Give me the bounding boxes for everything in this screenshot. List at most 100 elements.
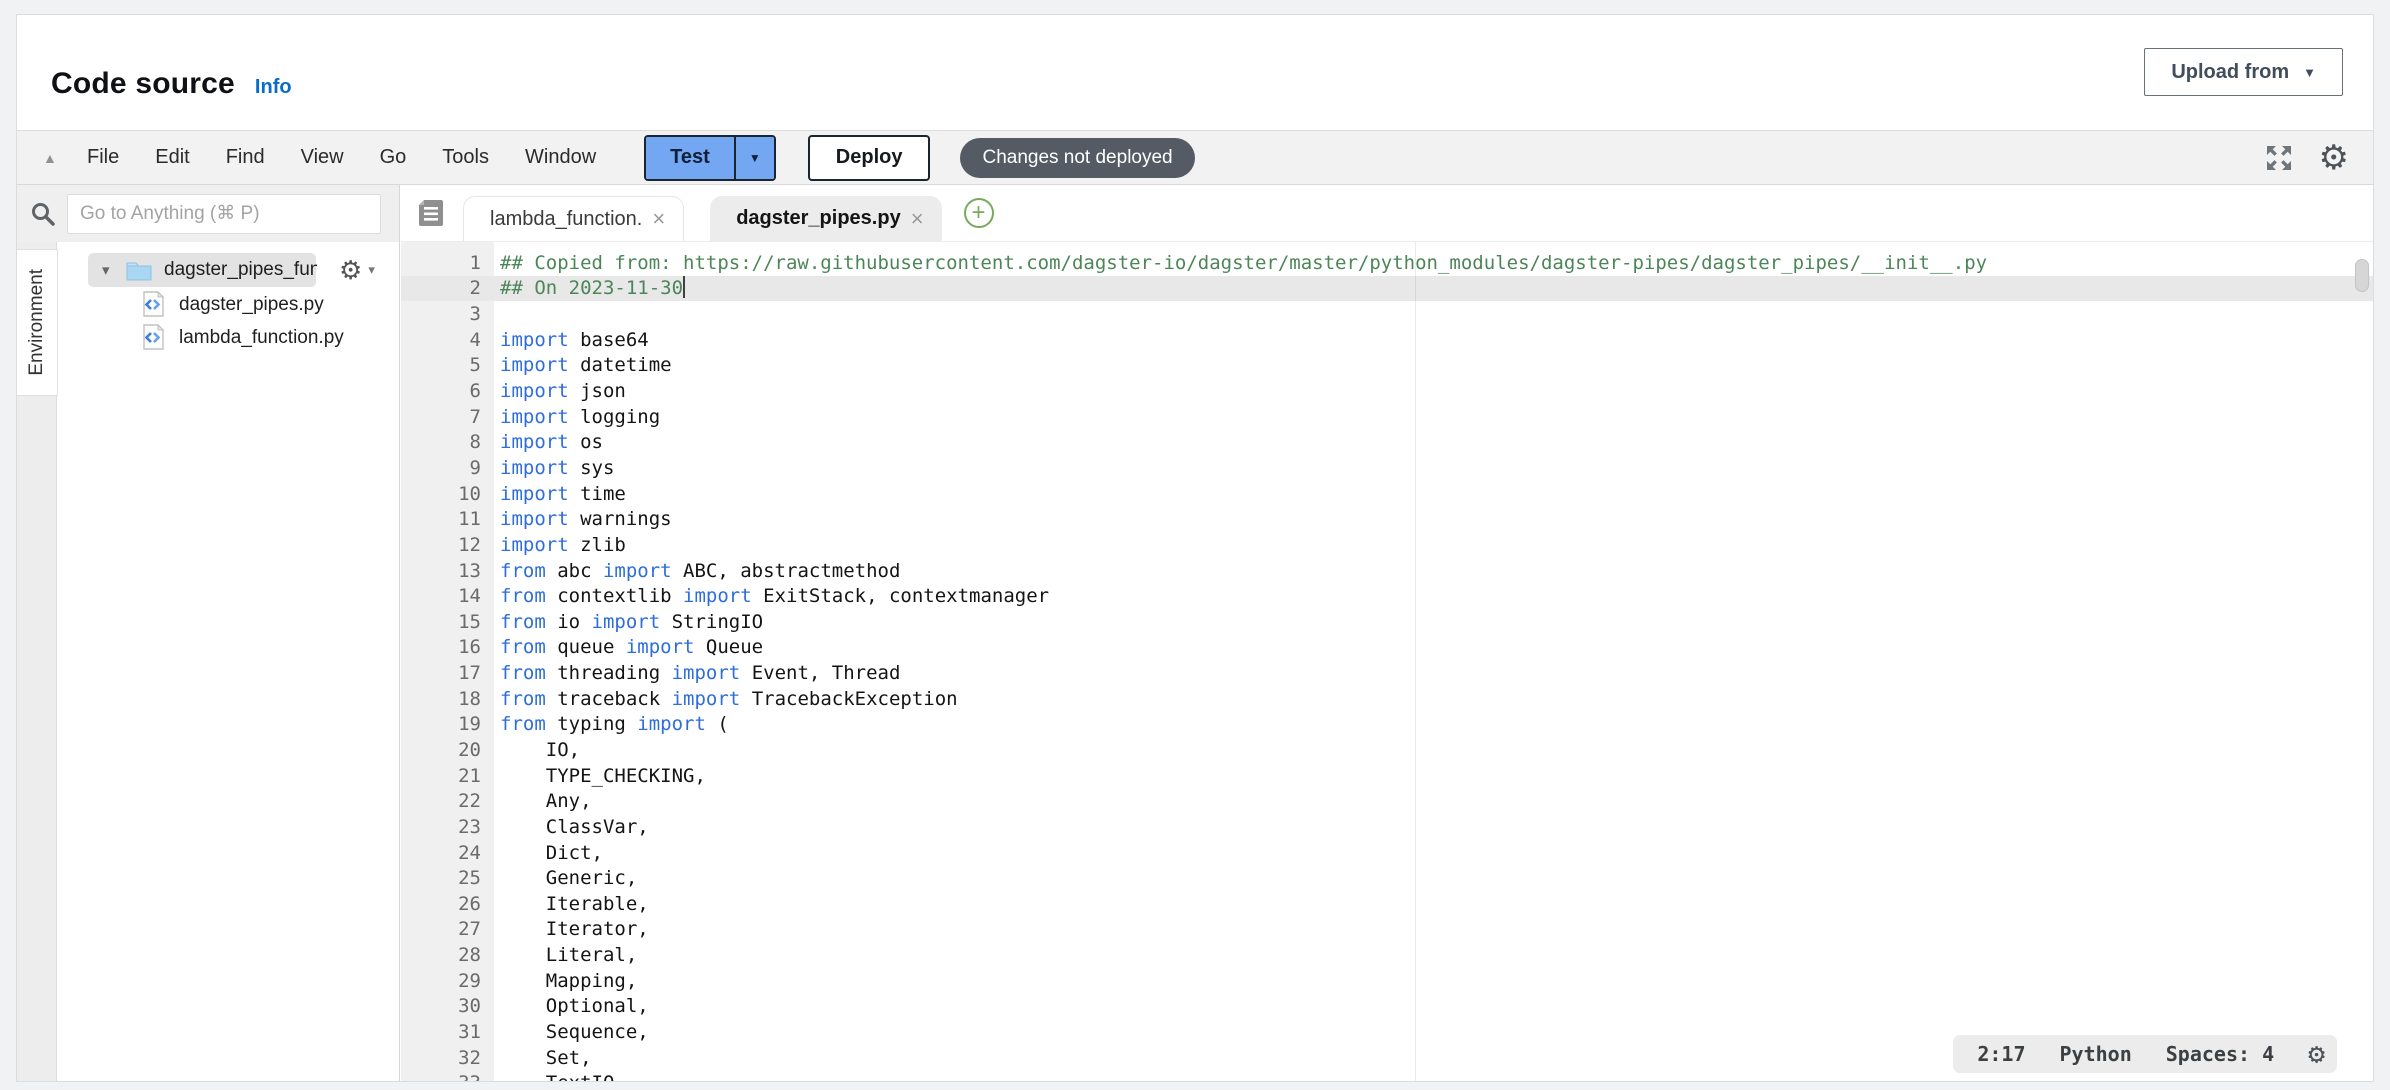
test-button[interactable]: Test (646, 137, 734, 179)
code-line[interactable]: 3 (401, 301, 2373, 327)
code-editor[interactable]: 1## Copied from: https://raw.githubuserc… (401, 242, 2373, 1081)
line-content: ClassVar, (481, 816, 649, 838)
menu-item-edit[interactable]: Edit (155, 146, 189, 169)
status-settings-gear-icon[interactable]: ⚙ (2308, 1040, 2325, 1068)
upload-from-label: Upload from (2171, 61, 2289, 84)
tab-close-icon[interactable]: × (652, 206, 665, 232)
code-line[interactable]: 9import sys (401, 455, 2373, 481)
goto-anything-input[interactable] (67, 194, 381, 234)
menu-item-go[interactable]: Go (380, 146, 407, 169)
tab-list-icon[interactable] (417, 198, 445, 228)
code-line[interactable]: 19from typing import ( (401, 712, 2373, 738)
line-content: import base64 (481, 329, 649, 351)
code-line[interactable]: 15from io import StringIO (401, 609, 2373, 635)
code-line[interactable]: 29 Mapping, (401, 968, 2373, 994)
folder-name: dagster_pipes_funct (164, 259, 317, 281)
line-content: Any, (481, 790, 592, 812)
code-line[interactable]: 12import zlib (401, 532, 2373, 558)
tree-folder-row[interactable]: ▾ dagster_pipes_funct ⚙ ▾ (58, 252, 399, 288)
indentation-status[interactable]: Spaces: 4 (2166, 1042, 2274, 1066)
menu-item-view[interactable]: View (301, 146, 344, 169)
code-line[interactable]: 13from abc import ABC, abstractmethod (401, 558, 2373, 584)
code-line[interactable]: 2## On 2023-11-30 (401, 276, 2373, 302)
menu-item-find[interactable]: Find (226, 146, 265, 169)
code-line[interactable]: 23 ClassVar, (401, 814, 2373, 840)
fullscreen-expand-icon[interactable] (2263, 142, 2295, 174)
code-line[interactable]: 1## Copied from: https://raw.githubuserc… (401, 250, 2373, 276)
tree-file-row[interactable]: lambda_function.py (58, 321, 399, 354)
code-line[interactable]: 21 TYPE_CHECKING, (401, 763, 2373, 789)
code-line[interactable]: 16from queue import Queue (401, 635, 2373, 661)
menu-item-file[interactable]: File (87, 146, 119, 169)
line-number: 1 (401, 252, 481, 274)
tab-label: dagster_pipes.py (736, 207, 901, 230)
code-line[interactable]: 24 Dict, (401, 840, 2373, 866)
code-line[interactable]: 8import os (401, 429, 2373, 455)
code-line[interactable]: 4import base64 (401, 327, 2373, 353)
editor-status-bar: 2:17 Python Spaces: 4 ⚙ (1953, 1035, 2337, 1073)
language-mode-status[interactable]: Python (2060, 1042, 2132, 1066)
line-content: from contextlib import ExitStack, contex… (481, 585, 1049, 607)
line-content: Generic, (481, 867, 637, 889)
line-number: 12 (401, 534, 481, 556)
file-tree: ▾ dagster_pipes_funct ⚙ ▾ (58, 252, 399, 1081)
collapse-editor-icon[interactable]: ▲ (43, 150, 73, 166)
environment-tab[interactable]: Environment (17, 249, 58, 396)
menu-item-window[interactable]: Window (525, 146, 596, 169)
test-dropdown-button[interactable]: ▼ (734, 137, 774, 179)
code-line[interactable]: 7import logging (401, 404, 2373, 430)
line-number: 3 (401, 303, 481, 325)
tab-close-icon[interactable]: × (911, 206, 924, 232)
line-number: 28 (401, 944, 481, 966)
code-line[interactable]: 28 Literal, (401, 942, 2373, 968)
upload-from-button[interactable]: Upload from ▼ (2144, 48, 2343, 96)
code-line[interactable]: 20 IO, (401, 737, 2373, 763)
gear-icon: ⚙ (339, 257, 362, 283)
code-line[interactable]: 11import warnings (401, 506, 2373, 532)
code-line[interactable]: 27 Iterator, (401, 917, 2373, 943)
line-number: 14 (401, 585, 481, 607)
cursor-position-status[interactable]: 2:17 (1977, 1042, 2025, 1066)
code-line[interactable]: 22 Any, (401, 788, 2373, 814)
line-content: from queue import Queue (481, 636, 763, 658)
line-content: import zlib (481, 534, 626, 556)
tree-settings-control[interactable]: ⚙ ▾ (339, 257, 375, 283)
tree-file-row[interactable]: dagster_pipes.py (58, 288, 399, 321)
code-line[interactable]: 30 Optional, (401, 994, 2373, 1020)
test-split-button[interactable]: Test ▼ (644, 135, 776, 181)
code-line[interactable]: 17from threading import Event, Thread (401, 660, 2373, 686)
code-line[interactable]: 25 Generic, (401, 865, 2373, 891)
code-line[interactable]: 26 Iterable, (401, 891, 2373, 917)
line-number: 9 (401, 457, 481, 479)
editor-tab-dagster_pipespy[interactable]: dagster_pipes.py × (710, 196, 941, 241)
line-content: Dict, (481, 842, 603, 864)
code-line[interactable]: 5import datetime (401, 353, 2373, 379)
sidebar-body: Environment ▾ dagster_pipes_funct (17, 242, 399, 1081)
deploy-button[interactable]: Deploy (808, 135, 931, 181)
plus-icon: + (972, 201, 986, 225)
line-content: import sys (481, 457, 614, 479)
editor-scrollbar-thumb[interactable] (2355, 259, 2369, 292)
editor-settings-gear-icon[interactable]: ⚙ (2319, 141, 2349, 175)
line-number: 19 (401, 713, 481, 735)
line-number: 7 (401, 406, 481, 428)
python-file-icon (142, 291, 165, 318)
chevron-down-icon: ▾ (368, 262, 375, 278)
code-line[interactable]: 14from contextlib import ExitStack, cont… (401, 583, 2373, 609)
search-icon (29, 200, 57, 228)
tab-label: lambda_function. (490, 208, 642, 231)
folder-expand-caret-icon[interactable]: ▾ (102, 261, 126, 279)
code-line[interactable]: 10import time (401, 481, 2373, 507)
editor-tab-lambda_function[interactable]: lambda_function. × (463, 196, 684, 241)
line-content: import time (481, 483, 626, 505)
line-number: 22 (401, 790, 481, 812)
line-content: IO, (481, 739, 580, 761)
code-line[interactable]: 18from traceback import TracebackExcepti… (401, 686, 2373, 712)
line-number: 8 (401, 431, 481, 453)
new-tab-button[interactable]: + (964, 198, 994, 228)
line-content: import json (481, 380, 626, 402)
code-line[interactable]: 6import json (401, 378, 2373, 404)
file-name: lambda_function.py (179, 327, 344, 349)
info-link[interactable]: Info (255, 76, 292, 99)
menu-item-tools[interactable]: Tools (442, 146, 489, 169)
